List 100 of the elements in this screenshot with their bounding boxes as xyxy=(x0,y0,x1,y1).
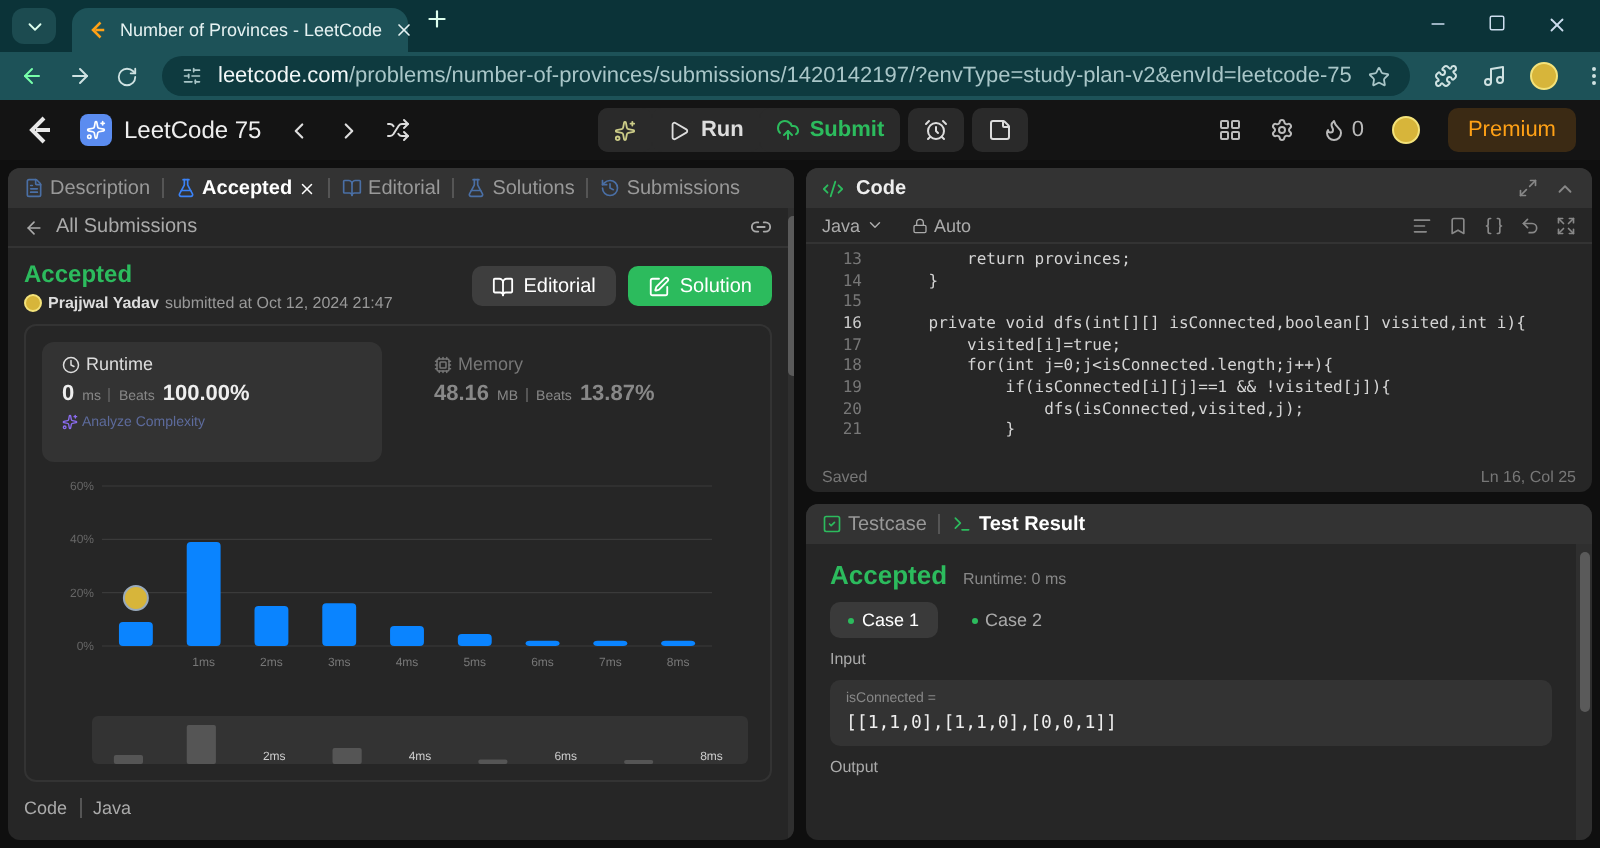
extensions-icon xyxy=(1433,64,1458,88)
mode-label: Auto xyxy=(934,215,972,235)
user-avatar-marker xyxy=(122,585,149,611)
line-number: 13 xyxy=(840,249,864,268)
line-number: 19 xyxy=(840,377,864,396)
alarm-clock-icon xyxy=(924,118,949,142)
reload-icon xyxy=(116,65,138,87)
timer-button[interactable] xyxy=(908,108,965,152)
line-number: 21 xyxy=(840,420,864,439)
case-tab[interactable]: Case 2 xyxy=(953,602,1061,638)
submission-status: Accepted xyxy=(24,260,135,288)
new-tab-icon xyxy=(424,6,450,32)
address-bar[interactable]: leetcode.com/problems/number-of-provinces/submissions/1420142197/?envType=study-plan-v2&envId=leetcode-75 xyxy=(162,56,1410,96)
author-name[interactable]: Prajjwal Yadav xyxy=(48,294,159,312)
panel-tab[interactable]: Description xyxy=(24,177,151,199)
chart-bar xyxy=(661,640,696,646)
flame-icon xyxy=(1321,118,1346,142)
code-label: Code xyxy=(24,798,68,818)
code-line: } xyxy=(926,271,939,290)
chevron-down-icon xyxy=(866,216,885,234)
book-icon xyxy=(491,275,514,297)
close-icon xyxy=(1546,14,1568,36)
maximize-icon xyxy=(1518,178,1538,198)
output-label: Output xyxy=(830,758,881,776)
profile-avatar[interactable] xyxy=(1529,62,1558,90)
streak-count: 0 xyxy=(1351,118,1364,142)
leetcode-logo-icon[interactable] xyxy=(24,114,56,146)
language-selector[interactable]: Java xyxy=(822,215,885,235)
parameter-value: [[1,1,0],[1,1,0],[0,0,1]] xyxy=(846,714,1119,734)
navigator-bar xyxy=(186,725,216,764)
chart-bar xyxy=(593,640,628,646)
checkbox-icon xyxy=(822,514,842,534)
bookmark-icon xyxy=(1448,215,1468,235)
braces-icon xyxy=(1484,215,1504,235)
case-tab[interactable]: Case 1 xyxy=(830,602,938,638)
edit-icon xyxy=(647,275,670,297)
tab-icon xyxy=(600,178,621,198)
panel-title: Code xyxy=(856,177,906,199)
line-number: 17 xyxy=(840,335,864,354)
url-text: leetcode.com/problems/number-of-provinces/submissions/1420142197/?envType=study-plan-v2&envId=leetcode-75 xyxy=(218,64,1352,88)
beats-percent: 13.87% xyxy=(579,382,655,406)
navigator-bar xyxy=(332,748,362,764)
line-number: 15 xyxy=(840,292,864,311)
play-icon xyxy=(668,119,691,141)
cloud-upload-icon xyxy=(775,118,800,142)
author-avatar xyxy=(24,294,42,312)
beats-percent: 100.00% xyxy=(162,382,250,406)
tab-icon xyxy=(24,178,44,198)
result-status: Accepted xyxy=(830,560,948,590)
study-plan-icon xyxy=(80,114,112,146)
notes-button[interactable] xyxy=(972,108,1029,152)
line-number: 16 xyxy=(840,313,864,332)
chart-bar xyxy=(322,603,357,646)
chart-bar xyxy=(457,634,492,646)
code-line: if(isConnected[i][j]==1 && !visited[j]){ xyxy=(1003,377,1391,396)
leetcode-logo-icon xyxy=(88,20,108,40)
code-line: for(int j=0;j<isConnected.length;j++){ xyxy=(965,356,1334,375)
editorial-button[interactable]: Editorial xyxy=(471,266,616,306)
panel-tab[interactable]: Test Result xyxy=(952,513,1086,535)
stat-value: 0 xyxy=(62,382,75,406)
sparkle-icon xyxy=(62,414,78,430)
close-icon xyxy=(298,179,317,197)
line-number: 20 xyxy=(840,399,864,418)
back-icon xyxy=(20,64,44,88)
clock-icon xyxy=(62,355,80,373)
tab-search-button[interactable] xyxy=(12,8,56,44)
chart-bar xyxy=(254,606,289,646)
chart-bar xyxy=(525,640,560,646)
bookmark-star-icon xyxy=(1367,65,1390,87)
tab-icon xyxy=(466,178,487,198)
navigator-bar xyxy=(478,759,508,764)
line-number: 14 xyxy=(840,271,864,290)
shuffle-icon xyxy=(385,118,410,142)
settings-icon xyxy=(1269,118,1294,142)
line-number: 18 xyxy=(840,356,864,375)
back-arrow-icon xyxy=(24,217,44,237)
code-line: } xyxy=(1003,420,1016,439)
stat-value: 48.16 xyxy=(434,382,490,406)
save-status: Saved xyxy=(822,467,868,485)
study-plan-button[interactable]: LeetCode 75 xyxy=(80,114,262,146)
panel-tab[interactable]: Accepted xyxy=(176,177,317,199)
result-runtime: Runtime: 0 ms xyxy=(963,570,1067,588)
code-line: dfs(isConnected,visited,j); xyxy=(1042,399,1305,418)
user-avatar[interactable] xyxy=(1391,116,1420,144)
all-submissions-link[interactable]: All Submissions xyxy=(56,216,198,238)
premium-button[interactable]: Premium xyxy=(1447,108,1576,152)
panel-tab[interactable]: Solutions xyxy=(466,177,575,199)
media-icon xyxy=(1481,64,1506,88)
input-label: Input xyxy=(830,650,868,668)
panel-tab[interactable]: Testcase xyxy=(822,513,927,535)
scrollbar[interactable] xyxy=(1576,544,1592,840)
code-line: private void dfs(int[][] isConnected,boolean[] visited,int i){ xyxy=(926,313,1526,332)
link-icon xyxy=(750,216,772,238)
panel-tab[interactable]: Submissions xyxy=(600,177,741,199)
panel-tab[interactable]: Editorial xyxy=(342,177,441,199)
code-line: visited[i]=true; xyxy=(965,335,1122,354)
layout-icon xyxy=(1217,118,1242,142)
browser-tab[interactable]: Number of Provinces - LeetCode xyxy=(72,8,408,52)
tab-icon xyxy=(176,178,197,198)
chart-bar xyxy=(390,626,424,646)
